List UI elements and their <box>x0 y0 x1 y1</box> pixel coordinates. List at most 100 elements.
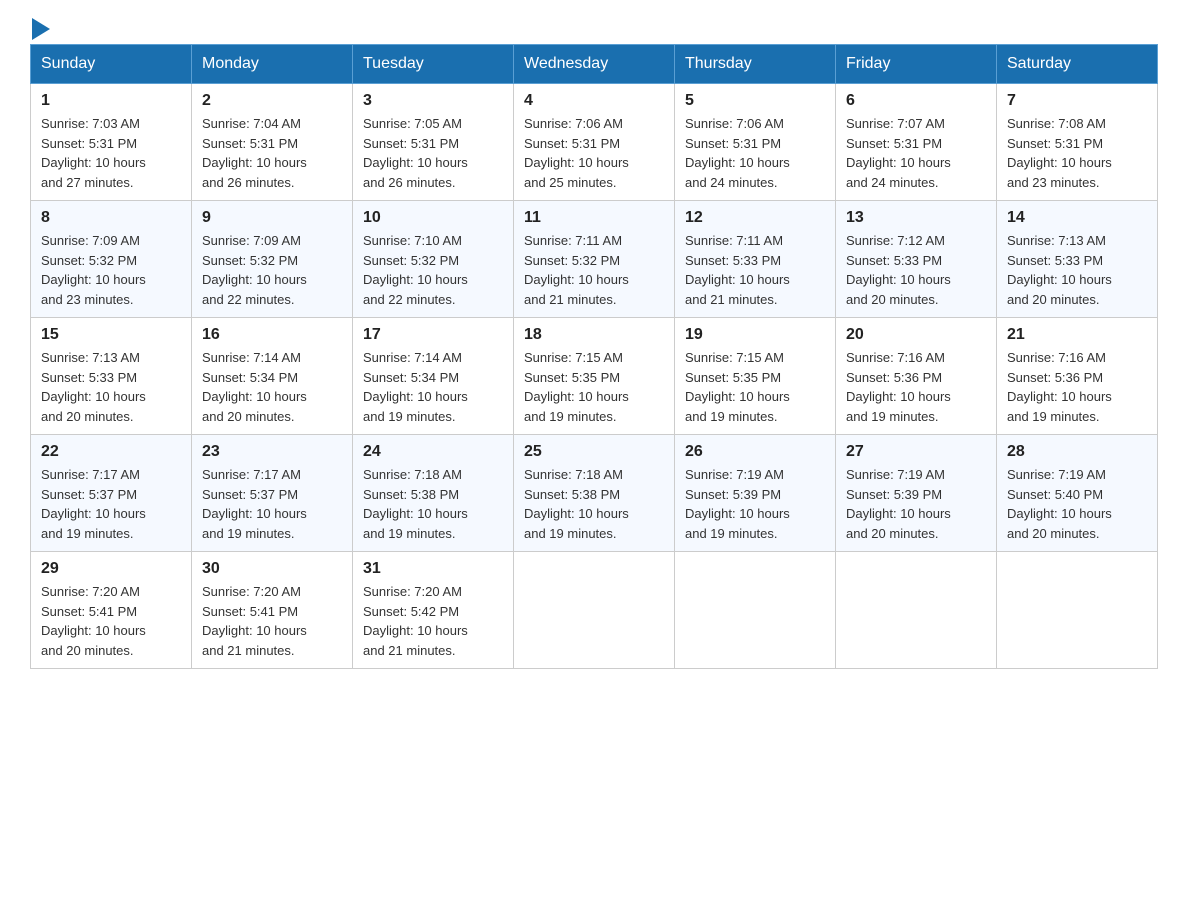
calendar-cell: 24Sunrise: 7:18 AMSunset: 5:38 PMDayligh… <box>353 435 514 552</box>
calendar-cell: 10 Sunrise: 7:10 AMSunset: 5:32 PMDayligh… <box>353 201 514 318</box>
calendar-table: SundayMondayTuesdayWednesdayThursdayFrid… <box>30 44 1158 669</box>
day-number: 16 <box>202 326 342 344</box>
calendar-week-row: 29Sunrise: 7:20 AMSunset: 5:41 PMDayligh… <box>31 552 1158 669</box>
calendar-cell: 11 Sunrise: 7:11 AMSunset: 5:32 PMDayligh… <box>514 201 675 318</box>
day-info: Sunrise: 7:05 AMSunset: 5:31 PMDaylight:… <box>363 114 503 192</box>
calendar-cell <box>675 552 836 669</box>
day-number: 15 <box>41 326 181 344</box>
calendar-cell: 18 Sunrise: 7:15 AMSunset: 5:35 PMDayligh… <box>514 318 675 435</box>
day-info: Sunrise: 7:10 AMSunset: 5:32 PMDaylight:… <box>363 231 503 309</box>
calendar-cell: 15 Sunrise: 7:13 AMSunset: 5:33 PMDayligh… <box>31 318 192 435</box>
day-number: 1 <box>41 92 181 110</box>
day-info: Sunrise: 7:08 AMSunset: 5:31 PMDaylight:… <box>1007 114 1147 192</box>
day-info: Sunrise: 7:11 AMSunset: 5:32 PMDaylight:… <box>524 231 664 309</box>
day-of-week-header: Sunday <box>31 45 192 84</box>
calendar-week-row: 22Sunrise: 7:17 AMSunset: 5:37 PMDayligh… <box>31 435 1158 552</box>
calendar-cell: 19Sunrise: 7:15 AMSunset: 5:35 PMDayligh… <box>675 318 836 435</box>
day-info: Sunrise: 7:06 AMSunset: 5:31 PMDaylight:… <box>685 114 825 192</box>
logo-arrow-icon <box>32 18 50 40</box>
calendar-cell: 6 Sunrise: 7:07 AMSunset: 5:31 PMDaylight… <box>836 84 997 201</box>
day-number: 4 <box>524 92 664 110</box>
calendar-cell: 12 Sunrise: 7:11 AMSunset: 5:33 PMDayligh… <box>675 201 836 318</box>
day-number: 20 <box>846 326 986 344</box>
day-of-week-header: Wednesday <box>514 45 675 84</box>
day-info: Sunrise: 7:18 AMSunset: 5:38 PMDaylight:… <box>524 465 664 543</box>
calendar-cell: 23 Sunrise: 7:17 AMSunset: 5:37 PMDayligh… <box>192 435 353 552</box>
calendar-cell <box>514 552 675 669</box>
day-number: 14 <box>1007 209 1147 227</box>
day-number: 28 <box>1007 443 1147 461</box>
day-info: Sunrise: 7:20 AMSunset: 5:41 PMDaylight:… <box>41 582 181 660</box>
calendar-cell: 7 Sunrise: 7:08 AMSunset: 5:31 PMDaylight… <box>997 84 1158 201</box>
day-number: 17 <box>363 326 503 344</box>
day-info: Sunrise: 7:15 AMSunset: 5:35 PMDaylight:… <box>524 348 664 426</box>
day-info: Sunrise: 7:07 AMSunset: 5:31 PMDaylight:… <box>846 114 986 192</box>
day-number: 3 <box>363 92 503 110</box>
day-number: 19 <box>685 326 825 344</box>
day-info: Sunrise: 7:14 AMSunset: 5:34 PMDaylight:… <box>363 348 503 426</box>
calendar-cell: 1 Sunrise: 7:03 AMSunset: 5:31 PMDaylight… <box>31 84 192 201</box>
day-info: Sunrise: 7:19 AMSunset: 5:39 PMDaylight:… <box>846 465 986 543</box>
day-of-week-header: Saturday <box>997 45 1158 84</box>
logo <box>30 20 50 34</box>
day-number: 23 <box>202 443 342 461</box>
calendar-cell: 31Sunrise: 7:20 AMSunset: 5:42 PMDayligh… <box>353 552 514 669</box>
calendar-header-row: SundayMondayTuesdayWednesdayThursdayFrid… <box>31 45 1158 84</box>
calendar-cell: 3 Sunrise: 7:05 AMSunset: 5:31 PMDaylight… <box>353 84 514 201</box>
calendar-cell: 5 Sunrise: 7:06 AMSunset: 5:31 PMDaylight… <box>675 84 836 201</box>
calendar-cell: 22Sunrise: 7:17 AMSunset: 5:37 PMDayligh… <box>31 435 192 552</box>
day-number: 7 <box>1007 92 1147 110</box>
day-number: 10 <box>363 209 503 227</box>
calendar-cell: 20 Sunrise: 7:16 AMSunset: 5:36 PMDayligh… <box>836 318 997 435</box>
day-info: Sunrise: 7:17 AMSunset: 5:37 PMDaylight:… <box>41 465 181 543</box>
calendar-cell <box>997 552 1158 669</box>
day-number: 6 <box>846 92 986 110</box>
calendar-cell: 14 Sunrise: 7:13 AMSunset: 5:33 PMDayligh… <box>997 201 1158 318</box>
day-number: 27 <box>846 443 986 461</box>
calendar-week-row: 15 Sunrise: 7:13 AMSunset: 5:33 PMDayligh… <box>31 318 1158 435</box>
day-info: Sunrise: 7:09 AMSunset: 5:32 PMDaylight:… <box>202 231 342 309</box>
day-number: 18 <box>524 326 664 344</box>
day-number: 5 <box>685 92 825 110</box>
page-header <box>30 20 1158 34</box>
calendar-cell: 9 Sunrise: 7:09 AMSunset: 5:32 PMDaylight… <box>192 201 353 318</box>
day-info: Sunrise: 7:09 AMSunset: 5:32 PMDaylight:… <box>41 231 181 309</box>
day-number: 24 <box>363 443 503 461</box>
day-of-week-header: Monday <box>192 45 353 84</box>
day-number: 8 <box>41 209 181 227</box>
day-info: Sunrise: 7:11 AMSunset: 5:33 PMDaylight:… <box>685 231 825 309</box>
calendar-cell: 27 Sunrise: 7:19 AMSunset: 5:39 PMDayligh… <box>836 435 997 552</box>
calendar-cell: 4Sunrise: 7:06 AMSunset: 5:31 PMDaylight… <box>514 84 675 201</box>
day-info: Sunrise: 7:03 AMSunset: 5:31 PMDaylight:… <box>41 114 181 192</box>
day-number: 12 <box>685 209 825 227</box>
day-info: Sunrise: 7:16 AMSunset: 5:36 PMDaylight:… <box>1007 348 1147 426</box>
calendar-cell: 25 Sunrise: 7:18 AMSunset: 5:38 PMDayligh… <box>514 435 675 552</box>
day-info: Sunrise: 7:13 AMSunset: 5:33 PMDaylight:… <box>1007 231 1147 309</box>
day-info: Sunrise: 7:16 AMSunset: 5:36 PMDaylight:… <box>846 348 986 426</box>
day-number: 11 <box>524 209 664 227</box>
day-number: 26 <box>685 443 825 461</box>
day-number: 2 <box>202 92 342 110</box>
calendar-cell: 26Sunrise: 7:19 AMSunset: 5:39 PMDayligh… <box>675 435 836 552</box>
day-of-week-header: Thursday <box>675 45 836 84</box>
day-info: Sunrise: 7:12 AMSunset: 5:33 PMDaylight:… <box>846 231 986 309</box>
day-of-week-header: Friday <box>836 45 997 84</box>
calendar-cell: 28Sunrise: 7:19 AMSunset: 5:40 PMDayligh… <box>997 435 1158 552</box>
calendar-cell: 21 Sunrise: 7:16 AMSunset: 5:36 PMDayligh… <box>997 318 1158 435</box>
calendar-cell: 13Sunrise: 7:12 AMSunset: 5:33 PMDayligh… <box>836 201 997 318</box>
calendar-cell: 2 Sunrise: 7:04 AMSunset: 5:31 PMDaylight… <box>192 84 353 201</box>
calendar-week-row: 8 Sunrise: 7:09 AMSunset: 5:32 PMDaylight… <box>31 201 1158 318</box>
day-number: 31 <box>363 560 503 578</box>
day-info: Sunrise: 7:20 AMSunset: 5:41 PMDaylight:… <box>202 582 342 660</box>
calendar-cell: 29Sunrise: 7:20 AMSunset: 5:41 PMDayligh… <box>31 552 192 669</box>
day-number: 30 <box>202 560 342 578</box>
day-info: Sunrise: 7:04 AMSunset: 5:31 PMDaylight:… <box>202 114 342 192</box>
calendar-cell: 8 Sunrise: 7:09 AMSunset: 5:32 PMDaylight… <box>31 201 192 318</box>
day-number: 25 <box>524 443 664 461</box>
day-info: Sunrise: 7:17 AMSunset: 5:37 PMDaylight:… <box>202 465 342 543</box>
calendar-cell: 30 Sunrise: 7:20 AMSunset: 5:41 PMDayligh… <box>192 552 353 669</box>
day-info: Sunrise: 7:13 AMSunset: 5:33 PMDaylight:… <box>41 348 181 426</box>
day-number: 21 <box>1007 326 1147 344</box>
day-number: 9 <box>202 209 342 227</box>
day-of-week-header: Tuesday <box>353 45 514 84</box>
